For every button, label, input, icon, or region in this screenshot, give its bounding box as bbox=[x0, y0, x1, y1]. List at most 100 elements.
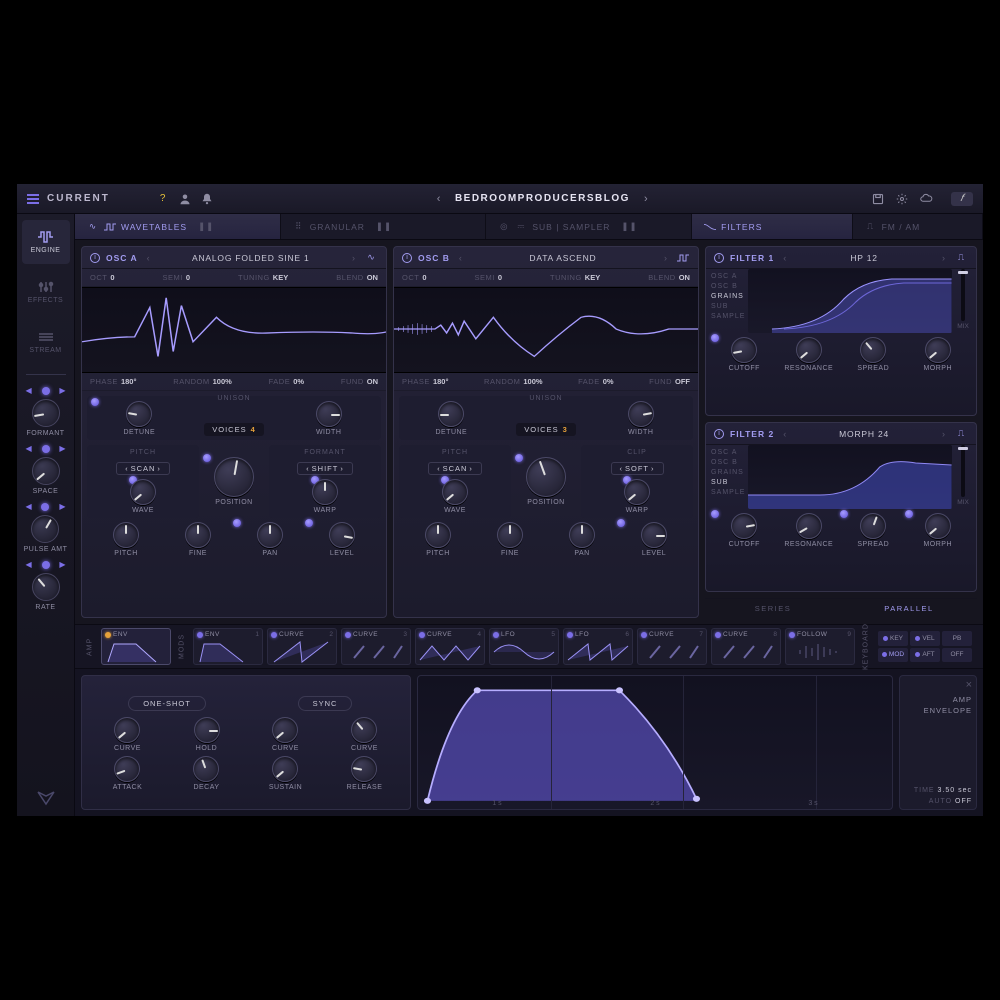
detune-knob[interactable] bbox=[438, 401, 464, 427]
filter2-graph[interactable] bbox=[748, 445, 952, 509]
filter-icon[interactable]: ⎍ bbox=[954, 428, 968, 439]
osc-a-fund[interactable]: FUNDON bbox=[341, 377, 378, 386]
settings-icon[interactable] bbox=[895, 192, 909, 206]
level-knob[interactable] bbox=[329, 522, 355, 548]
menu-icon[interactable] bbox=[27, 194, 39, 204]
square-icon[interactable] bbox=[676, 253, 690, 263]
osc-preset-prev-icon[interactable]: ‹ bbox=[144, 253, 153, 263]
osc-a-scope[interactable] bbox=[82, 287, 386, 373]
clip-mode-select[interactable]: ‹SOFT› bbox=[611, 462, 664, 475]
preset-prev-icon[interactable]: ‹ bbox=[437, 193, 441, 205]
sync-toggle[interactable]: SYNC bbox=[298, 696, 353, 711]
power-icon[interactable]: ❚❚ bbox=[621, 221, 637, 232]
osc-b-fade[interactable]: FADE0% bbox=[578, 377, 613, 386]
mod-lfo-6[interactable]: LFO6 bbox=[563, 628, 633, 665]
macro-next-icon[interactable]: ▶ bbox=[59, 386, 65, 395]
hold-knob[interactable] bbox=[194, 717, 220, 743]
mod-curve-8[interactable]: CURVE8 bbox=[711, 628, 781, 665]
mod-curve-7[interactable]: CURVE7 bbox=[637, 628, 707, 665]
mod-curve-3[interactable]: CURVE3 bbox=[341, 628, 411, 665]
warp-knob[interactable] bbox=[624, 479, 650, 505]
mod-slot[interactable] bbox=[41, 503, 49, 511]
mod-slot[interactable] bbox=[42, 561, 50, 569]
spread-knob[interactable] bbox=[860, 337, 886, 363]
macro-slot-icon[interactable]: 𝑓 bbox=[951, 192, 973, 206]
pitch-knob[interactable] bbox=[113, 522, 139, 548]
wave-knob[interactable] bbox=[442, 479, 468, 505]
osc-a-preset[interactable]: ANALOG FOLDED SINE 1 bbox=[159, 253, 343, 263]
osc-b-random[interactable]: RANDOM100% bbox=[484, 377, 543, 386]
osc-b-oct[interactable]: OCT0 bbox=[402, 273, 427, 282]
pitch-mode-select[interactable]: ‹SCAN› bbox=[116, 462, 170, 475]
osc-a-phase[interactable]: PHASE180° bbox=[90, 377, 136, 386]
power-icon[interactable]: ❚❚ bbox=[376, 221, 392, 232]
osc-preset-prev-icon[interactable]: ‹ bbox=[456, 253, 465, 263]
voices-selector[interactable]: VOICES4 bbox=[204, 423, 264, 436]
osc-a-fade[interactable]: FADE0% bbox=[269, 377, 304, 386]
tab-sub-sampler[interactable]: ◎ ⎓ SUB | SAMPLER ❚❚ bbox=[486, 214, 692, 239]
info-icon[interactable]: i bbox=[90, 253, 100, 263]
pan-knob[interactable] bbox=[257, 522, 283, 548]
macro-prev-icon[interactable]: ◀ bbox=[26, 386, 32, 395]
osc-b-tuning[interactable]: TUNINGKEY bbox=[550, 273, 600, 282]
fine-knob[interactable] bbox=[185, 522, 211, 548]
morph-knob[interactable] bbox=[925, 513, 951, 539]
f2-src-sample[interactable]: SAMPLE bbox=[711, 488, 745, 497]
cloud-icon[interactable] bbox=[919, 192, 933, 206]
width-knob[interactable] bbox=[316, 401, 342, 427]
mod-slot[interactable] bbox=[711, 334, 719, 342]
macro-knob-formant[interactable] bbox=[32, 399, 60, 427]
position-knob[interactable] bbox=[214, 457, 254, 497]
voices-selector[interactable]: VOICES3 bbox=[516, 423, 576, 436]
filter2-mix-fader[interactable]: MIX bbox=[955, 445, 971, 509]
kbd-vel[interactable]: VEL bbox=[910, 631, 940, 646]
position-knob[interactable] bbox=[526, 457, 566, 497]
fine-knob[interactable] bbox=[497, 522, 523, 548]
attack-knob[interactable] bbox=[114, 756, 140, 782]
tab-wavetables[interactable]: ∿ WAVETABLES ❚❚ bbox=[75, 214, 281, 239]
tab-filters[interactable]: FILTERS bbox=[692, 214, 853, 239]
osc-b-phase[interactable]: PHASE180° bbox=[402, 377, 448, 386]
kbd-mod[interactable]: MOD bbox=[878, 648, 908, 663]
f1-src-sample[interactable]: SAMPLE bbox=[711, 312, 745, 321]
f1-src-grains[interactable]: GRAINS bbox=[711, 292, 745, 301]
wave-knob[interactable] bbox=[130, 479, 156, 505]
pitch-mode-select[interactable]: ‹SCAN› bbox=[428, 462, 482, 475]
f2-src-sub[interactable]: SUB bbox=[711, 478, 745, 487]
mod-slot[interactable] bbox=[233, 519, 241, 527]
f2-src-grains[interactable]: GRAINS bbox=[711, 468, 745, 477]
resonance-knob[interactable] bbox=[796, 513, 822, 539]
osc-a-tuning[interactable]: TUNINGKEY bbox=[238, 273, 288, 282]
routing-series[interactable]: SERIES bbox=[705, 599, 841, 618]
help-icon[interactable]: ? bbox=[156, 192, 170, 206]
filter1-graph[interactable] bbox=[748, 269, 952, 333]
filter1-mix-fader[interactable]: MIX bbox=[955, 269, 971, 333]
user-icon[interactable] bbox=[178, 192, 192, 206]
macro-knob-pulse-amt[interactable] bbox=[31, 515, 59, 543]
bell-icon[interactable] bbox=[200, 192, 214, 206]
close-icon[interactable]: × bbox=[966, 680, 972, 690]
oneshot-toggle[interactable]: ONE-SHOT bbox=[128, 696, 206, 711]
f1-src-sub[interactable]: SUB bbox=[711, 302, 745, 311]
filter1-type[interactable]: HP 12 bbox=[795, 253, 933, 263]
mod-slot[interactable] bbox=[91, 398, 99, 406]
mod-env-1[interactable]: ENV1 bbox=[193, 628, 263, 665]
envelope-graph[interactable]: 1 s2 s3 s bbox=[417, 675, 893, 810]
mod-amp-env[interactable]: ENV bbox=[101, 628, 171, 665]
pitch-knob[interactable] bbox=[425, 522, 451, 548]
macro-knob-space[interactable] bbox=[32, 457, 60, 485]
kbd-aft[interactable]: AFT bbox=[910, 648, 940, 663]
morph-knob[interactable] bbox=[925, 337, 951, 363]
osc-preset-next-icon[interactable]: › bbox=[661, 253, 670, 263]
macro-knob-rate[interactable] bbox=[32, 573, 60, 601]
spread-knob[interactable] bbox=[860, 513, 886, 539]
osc-a-semi[interactable]: SEMI0 bbox=[163, 273, 191, 282]
kbd-key[interactable]: KEY bbox=[878, 631, 908, 646]
mod-slot[interactable] bbox=[42, 387, 50, 395]
info-icon[interactable]: i bbox=[402, 253, 412, 263]
mod-lfo-5[interactable]: LFO5 bbox=[489, 628, 559, 665]
power-icon[interactable]: ❚❚ bbox=[198, 221, 214, 232]
release-curve-knob[interactable] bbox=[351, 717, 377, 743]
sustain-knob[interactable] bbox=[272, 756, 298, 782]
rail-tab-engine[interactable]: ENGINE bbox=[22, 220, 70, 264]
